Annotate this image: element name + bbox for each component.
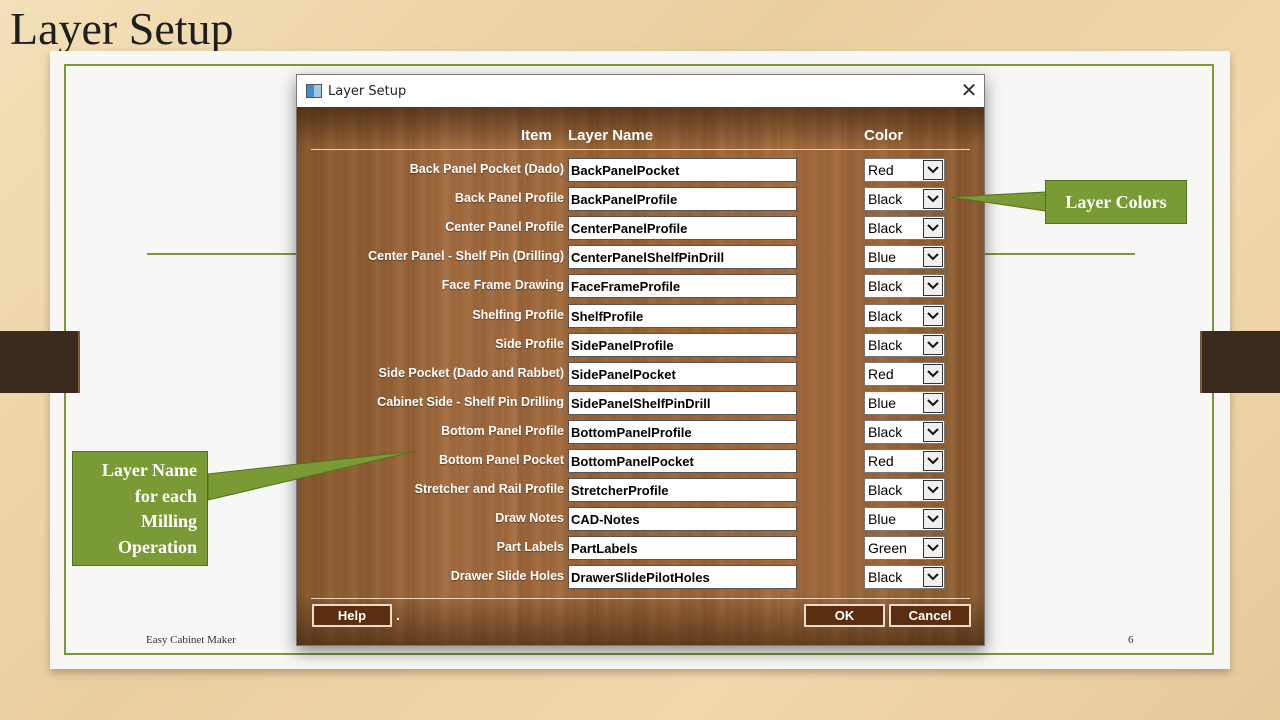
- callout-line-3: Milling: [140, 511, 197, 531]
- callout-line-4: Operation: [118, 536, 197, 557]
- callout-line-1: Layer Name: [101, 460, 197, 480]
- layer-name-pointer: [207, 450, 417, 501]
- layer-colors-pointer: [949, 191, 1047, 212]
- layer-name-callout: Layer Name for each Milling Operation: [72, 451, 208, 566]
- callout-line-2: for each: [134, 485, 197, 506]
- callout-pointers: [207, 191, 1047, 501]
- layer-colors-callout: Layer Colors: [1045, 180, 1187, 224]
